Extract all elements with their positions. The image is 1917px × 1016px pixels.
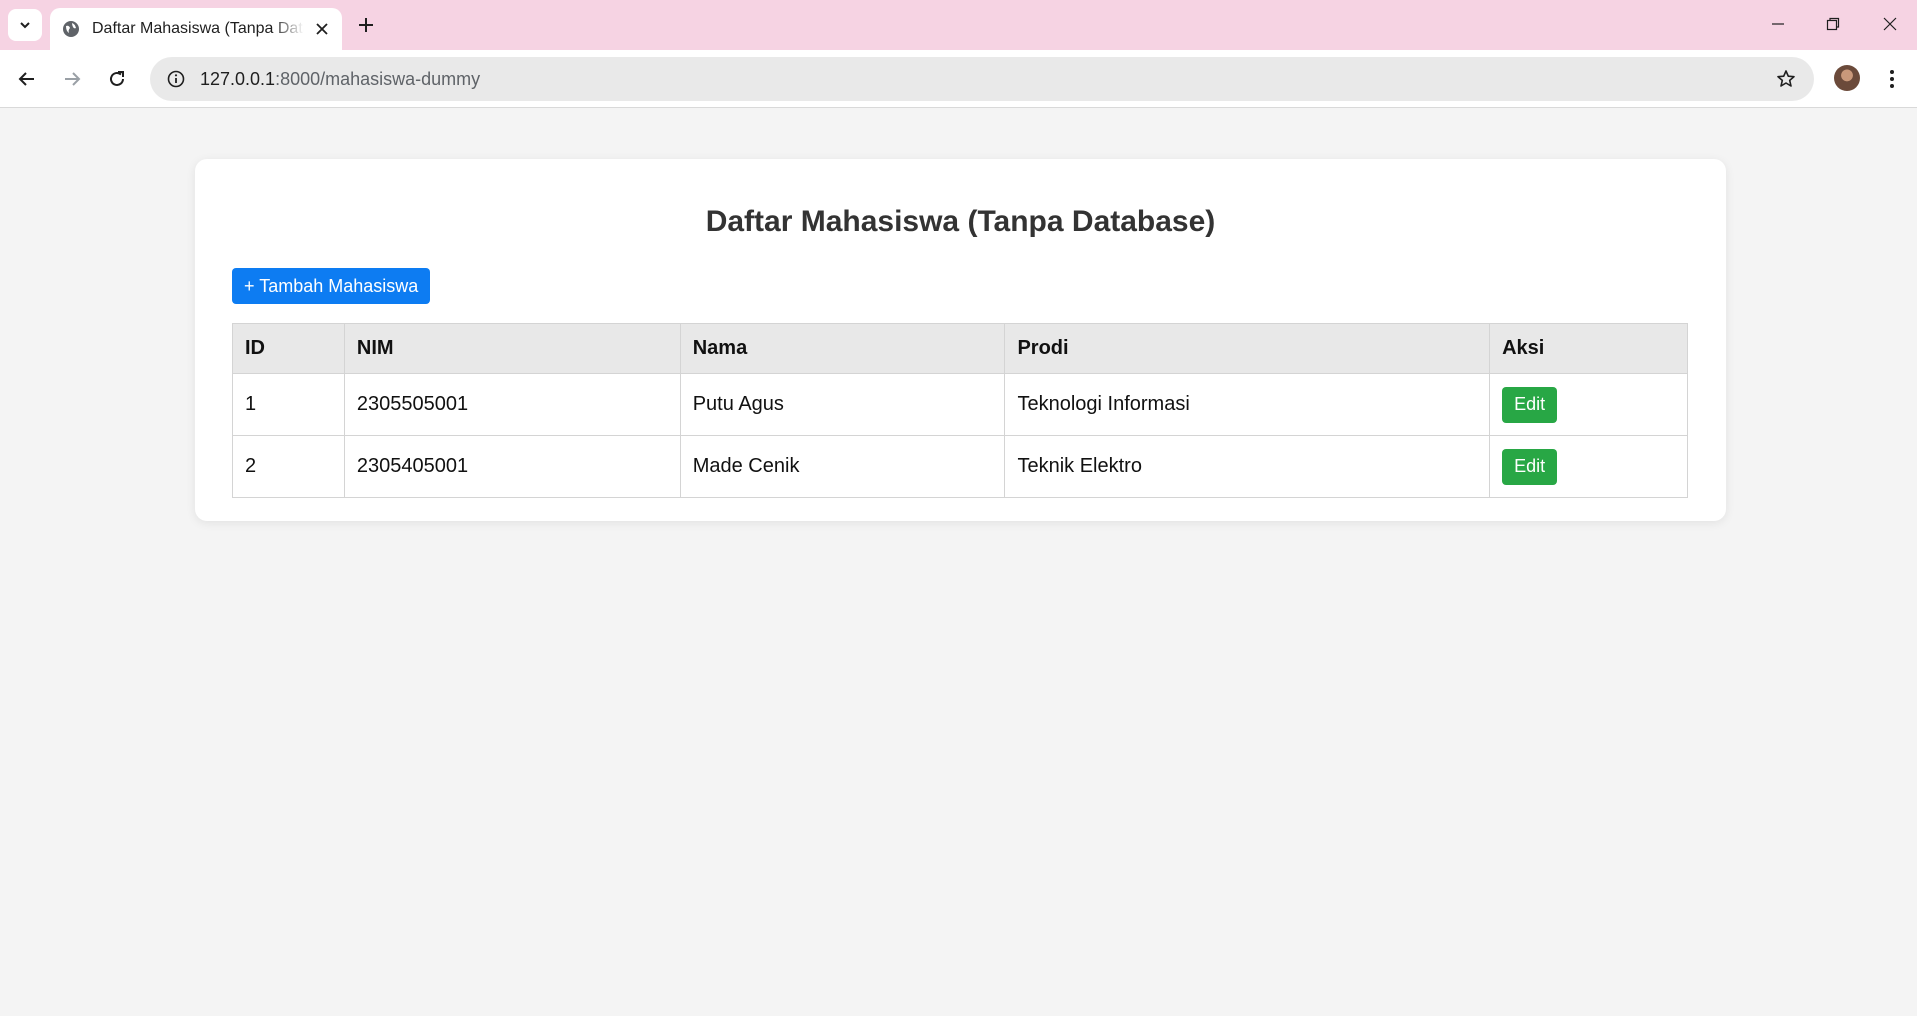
browser-tab-active[interactable]: Daftar Mahasiswa (Tanpa Database)	[50, 8, 342, 50]
restore-button[interactable]	[1813, 9, 1853, 39]
cell-nama: Putu Agus	[679, 373, 1006, 436]
minimize-icon	[1772, 23, 1784, 25]
cell-prodi: Teknik Elektro	[1004, 435, 1491, 498]
site-info-icon[interactable]	[164, 67, 188, 91]
url-text: 127.0.0.1:8000/mahasiswa-dummy	[200, 69, 480, 90]
cell-id: 2	[232, 435, 345, 498]
tab-title: Daftar Mahasiswa (Tanpa Database)	[92, 20, 304, 37]
header-nim: NIM	[343, 323, 681, 374]
bookmark-star-icon[interactable]	[1774, 67, 1798, 91]
globe-icon	[63, 21, 79, 37]
add-student-button[interactable]: + Tambah Mahasiswa	[232, 268, 431, 304]
browser-tabstrip: Daftar Mahasiswa (Tanpa Database)	[0, 0, 1917, 50]
chevron-down-icon	[20, 22, 30, 29]
edit-button[interactable]: Edit	[1502, 386, 1558, 423]
browser-menu-button[interactable]	[1880, 65, 1904, 93]
cell-prodi: Teknologi Informasi	[1004, 373, 1491, 436]
cell-aksi: Edit	[1489, 373, 1688, 436]
cell-nim: 2305405001	[343, 435, 681, 498]
browser-toolbar: 127.0.0.1:8000/mahasiswa-dummy	[0, 50, 1917, 108]
back-button[interactable]	[10, 62, 44, 96]
arrow-right-icon	[65, 72, 81, 86]
reload-icon	[110, 71, 124, 86]
cell-nim: 2305505001	[343, 373, 681, 436]
address-bar[interactable]: 127.0.0.1:8000/mahasiswa-dummy	[150, 57, 1814, 101]
forward-button[interactable]	[55, 62, 89, 96]
cell-nama: Made Cenik	[679, 435, 1006, 498]
cell-aksi: Edit	[1489, 435, 1688, 498]
header-nama: Nama	[679, 323, 1006, 374]
content-card: Daftar Mahasiswa (Tanpa Database) + Tamb…	[195, 159, 1726, 521]
cell-id: 1	[232, 373, 345, 436]
plus-icon	[359, 18, 373, 32]
table-row: 2 2305405001 Made Cenik Teknik Elektro E…	[232, 435, 1688, 498]
table-row: 1 2305505001 Putu Agus Teknologi Informa…	[232, 373, 1688, 436]
profile-avatar[interactable]	[1834, 65, 1860, 91]
tab-search-button[interactable]	[8, 9, 42, 41]
arrow-left-icon	[18, 72, 34, 86]
minimize-button[interactable]	[1758, 9, 1798, 39]
edit-button[interactable]: Edit	[1502, 448, 1558, 485]
page-viewport: Daftar Mahasiswa (Tanpa Database) + Tamb…	[0, 109, 1917, 1016]
close-window-button[interactable]	[1870, 9, 1910, 39]
close-icon	[1883, 17, 1897, 31]
header-id: ID	[232, 323, 345, 374]
url-path: :8000/mahasiswa-dummy	[275, 68, 481, 89]
url-host: 127.0.0.1	[200, 68, 276, 89]
reload-button[interactable]	[100, 62, 134, 96]
restore-icon	[1826, 17, 1840, 31]
students-table: ID NIM Nama Prodi Aksi 1 2305505001 Putu…	[232, 323, 1688, 498]
header-aksi: Aksi	[1489, 323, 1688, 374]
page-title: Daftar Mahasiswa (Tanpa Database)	[705, 205, 1216, 238]
header-prodi: Prodi	[1004, 323, 1491, 374]
kebab-menu-icon	[1890, 70, 1894, 88]
tab-close-icon[interactable]	[312, 19, 332, 39]
new-tab-button[interactable]	[354, 13, 378, 37]
table-header-row: ID NIM Nama Prodi Aksi	[232, 323, 1688, 374]
